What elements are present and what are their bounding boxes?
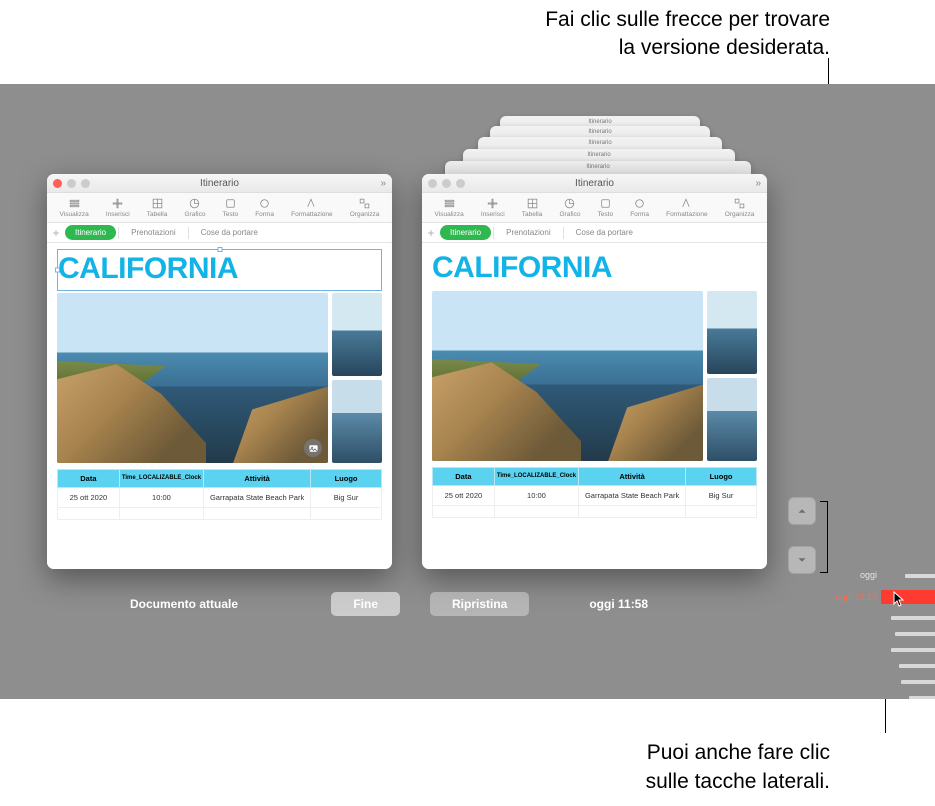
headline: CALIFORNIA bbox=[432, 249, 757, 289]
annotation-top: Fai clic sulle frecce per trovare la ver… bbox=[545, 6, 830, 63]
window-title: Itinerario bbox=[47, 178, 392, 189]
sheet-tabs: + Itinerario Prenotazioni Cose da portar… bbox=[47, 223, 392, 243]
table-row[interactable]: 25 ott 2020 10:00 Garrapata State Beach … bbox=[58, 488, 382, 508]
tick-label-selected: oggi 11:17 bbox=[836, 592, 877, 602]
thumb-photo bbox=[707, 291, 757, 374]
tool-formattazione[interactable]: Formattazione bbox=[291, 197, 333, 218]
th-luogo[interactable]: Luogo bbox=[311, 470, 382, 488]
photo-row bbox=[432, 291, 757, 461]
titlebar: Itinerario » bbox=[47, 174, 392, 193]
th-attivita: Attività bbox=[579, 468, 686, 486]
sheet-tabs: + Itinerario Prenotazioni Cose da portar… bbox=[422, 223, 767, 243]
window-title: Itinerario bbox=[422, 178, 767, 189]
version-up-button[interactable] bbox=[788, 497, 816, 525]
action-bar-version: Ripristina oggi 11:58 bbox=[430, 589, 700, 619]
table-row bbox=[433, 506, 757, 518]
toolbar: Visualizza Inserisci Tabella Grafico Tes… bbox=[47, 193, 392, 223]
version-timestamp: oggi 11:58 bbox=[589, 597, 648, 611]
add-sheet-button[interactable]: + bbox=[47, 226, 65, 240]
toolbar: Visualizza Inserisci Tabella Grafico Tes… bbox=[422, 193, 767, 223]
th-time[interactable]: Time_LOCALIZABLE_Clock bbox=[119, 470, 203, 488]
tool-tabella[interactable]: Tabella bbox=[147, 197, 168, 218]
tool-testo[interactable]: Testo bbox=[223, 197, 239, 218]
tool-grafico: Grafico bbox=[559, 197, 580, 218]
tab-prenotazioni: Prenotazioni bbox=[496, 225, 560, 240]
done-button[interactable]: Fine bbox=[331, 592, 400, 616]
tool-visualizza: Visualizza bbox=[435, 197, 464, 218]
tool-inserisci: Inserisci bbox=[481, 197, 505, 218]
tool-forma[interactable]: Forma bbox=[255, 197, 274, 218]
tool-tabella: Tabella bbox=[522, 197, 543, 218]
th-data[interactable]: Data bbox=[58, 470, 120, 488]
main-photo bbox=[432, 291, 703, 461]
tab-itinerario[interactable]: Itinerario bbox=[65, 225, 116, 240]
time-machine-background: Itinerario Itinerario Itinerario Itinera… bbox=[0, 84, 935, 699]
image-badge-icon[interactable] bbox=[304, 439, 322, 457]
toolbar-overflow-icon[interactable]: » bbox=[380, 178, 386, 189]
timeline-tick-selected[interactable] bbox=[881, 590, 935, 604]
version-down-button[interactable] bbox=[788, 546, 816, 574]
toolbar-overflow-icon[interactable]: » bbox=[755, 178, 761, 189]
document-window-version: Itinerario » Visualizza Inserisci Tabell… bbox=[422, 174, 767, 569]
tab-prenotazioni[interactable]: Prenotazioni bbox=[121, 225, 185, 240]
thumb-photo bbox=[707, 378, 757, 461]
add-sheet-button: + bbox=[422, 226, 440, 240]
th-luogo: Luogo bbox=[686, 468, 757, 486]
current-doc-label: Documento attuale bbox=[130, 597, 238, 611]
cursor-icon bbox=[893, 591, 905, 607]
tool-testo: Testo bbox=[598, 197, 614, 218]
tool-grafico[interactable]: Grafico bbox=[184, 197, 205, 218]
photo-row bbox=[57, 293, 382, 463]
restore-button[interactable]: Ripristina bbox=[430, 592, 529, 616]
action-bar-current: Documento attuale Fine bbox=[130, 589, 400, 619]
tool-forma: Forma bbox=[630, 197, 649, 218]
tab-cose: Cose da portare bbox=[566, 225, 643, 240]
tool-organizza: Organizza bbox=[725, 197, 755, 218]
main-photo[interactable] bbox=[57, 293, 328, 463]
tool-visualizza[interactable]: Visualizza bbox=[60, 197, 89, 218]
data-table: Data Time_LOCALIZABLE_Clock Attività Luo… bbox=[432, 467, 757, 518]
th-time: Time_LOCALIZABLE_Clock bbox=[494, 468, 578, 486]
thumb-photo[interactable] bbox=[332, 293, 382, 376]
data-table[interactable]: Data Time_LOCALIZABLE_Clock Attività Luo… bbox=[57, 469, 382, 520]
tool-organizza[interactable]: Organizza bbox=[350, 197, 380, 218]
tick-label-oggi: oggi bbox=[860, 570, 877, 580]
annotation-bottom: Puoi anche fare clic sulle tacche latera… bbox=[646, 739, 830, 796]
th-data: Data bbox=[433, 468, 495, 486]
titlebar: Itinerario » bbox=[422, 174, 767, 193]
document-window-current: Itinerario » Visualizza Inserisci Tabell… bbox=[47, 174, 392, 569]
tab-itinerario: Itinerario bbox=[440, 225, 491, 240]
tool-formattazione: Formattazione bbox=[666, 197, 708, 218]
table-row: 25 ott 2020 10:00 Garrapata State Beach … bbox=[433, 486, 757, 506]
version-timeline[interactable]: oggi oggi 11:17 bbox=[875, 504, 935, 699]
table-row[interactable] bbox=[58, 508, 382, 520]
tab-cose[interactable]: Cose da portare bbox=[191, 225, 268, 240]
bracket bbox=[820, 501, 828, 573]
tool-inserisci[interactable]: Inserisci bbox=[106, 197, 130, 218]
headline[interactable]: CALIFORNIA bbox=[58, 250, 381, 290]
thumb-photo[interactable] bbox=[332, 380, 382, 463]
th-attivita[interactable]: Attività bbox=[204, 470, 311, 488]
